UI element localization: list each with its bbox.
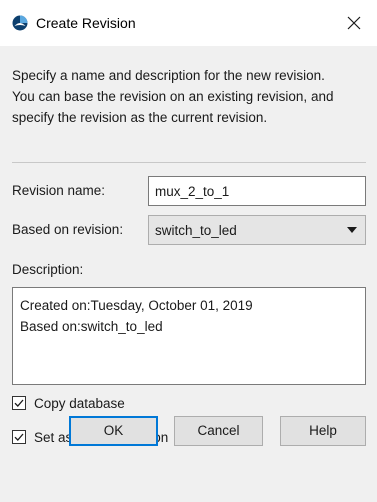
help-button[interactable]: Help (280, 416, 366, 446)
description-line: Created on:Tuesday, October 01, 2019 (20, 298, 253, 313)
based-on-select[interactable]: switch_to_led (148, 215, 366, 245)
cancel-button[interactable]: Cancel (174, 416, 263, 446)
revision-name-input[interactable] (148, 176, 366, 206)
close-button[interactable] (331, 0, 377, 46)
window-title: Create Revision (36, 15, 136, 31)
checkmark-icon (14, 399, 24, 407)
set-current-checkbox[interactable] (12, 430, 26, 444)
quartus-app-icon (12, 15, 28, 31)
revision-name-label: Revision name: (12, 183, 106, 198)
description-line: Based on:switch_to_led (20, 319, 163, 334)
checkmark-icon (14, 433, 24, 441)
description-label: Description: (12, 262, 84, 277)
ok-button[interactable]: OK (69, 416, 158, 446)
title-bar: Create Revision (0, 0, 377, 46)
create-revision-dialog: Create Revision Specify a name and descr… (0, 0, 377, 502)
divider (12, 162, 366, 163)
copy-database-checkbox-row[interactable]: Copy database (12, 395, 172, 413)
chevron-down-icon (347, 227, 357, 233)
intro-text: Specify a name and description for the n… (12, 68, 334, 125)
based-on-value: switch_to_led (155, 223, 237, 238)
copy-database-checkbox[interactable] (12, 396, 26, 410)
description-textarea[interactable]: Created on:Tuesday, October 01, 2019 Bas… (12, 287, 366, 385)
copy-database-label: Copy database (34, 396, 125, 411)
close-icon (347, 16, 361, 30)
based-on-label: Based on revision: (12, 222, 124, 237)
